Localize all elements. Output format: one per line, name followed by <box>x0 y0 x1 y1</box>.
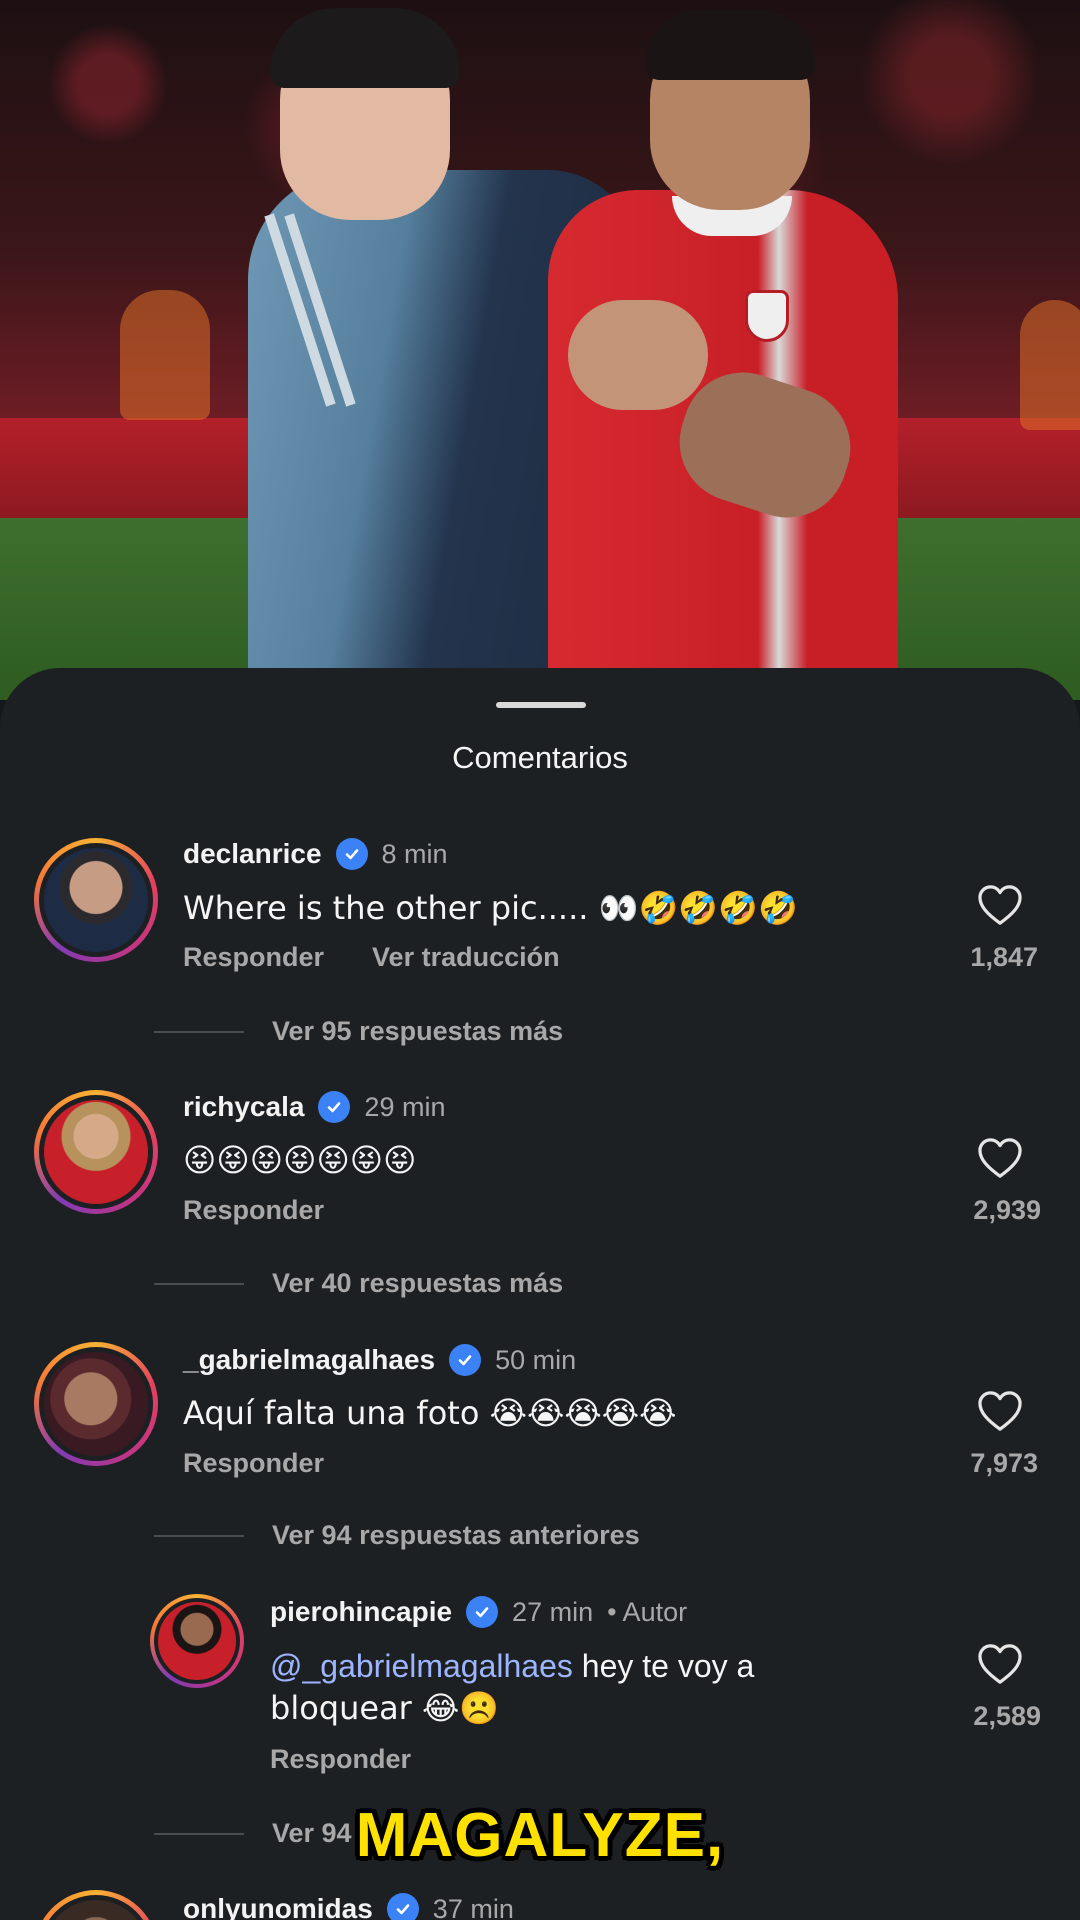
like-count: 7,973 <box>970 1448 1038 1478</box>
verified-icon <box>466 1596 499 1628</box>
comment-actions: Responder <box>270 1744 411 1775</box>
author-badge: • Autor <box>607 1596 688 1627</box>
comment-time: 27 min <box>512 1596 594 1627</box>
replies-divider <box>154 1534 244 1537</box>
avatar[interactable] <box>34 1342 158 1466</box>
view-replies-label: Ver 40 respuestas más <box>272 1268 564 1298</box>
photo-bg-figure <box>1020 300 1080 430</box>
username[interactable]: onlyunomidas <box>183 1893 373 1920</box>
post-photo <box>0 0 1080 700</box>
comment-meta: richycala 29 min <box>183 1091 445 1123</box>
reply-button[interactable]: Responder <box>183 1195 324 1226</box>
avatar[interactable] <box>34 838 158 962</box>
username[interactable]: richycala <box>183 1091 304 1123</box>
video-caption: MAGALYZE, <box>355 1801 725 1870</box>
verified-icon <box>386 1893 419 1920</box>
photo-person-right-hair <box>645 10 815 80</box>
comment-text-line2: bloquear 😂☹️ <box>270 1689 500 1727</box>
like-heart-icon[interactable] <box>977 1390 1023 1432</box>
verified-icon <box>449 1344 482 1376</box>
comment-text: @_gabrielmagalhaes hey te voy a <box>270 1645 754 1687</box>
photo-shirt-crest <box>745 290 789 342</box>
reply-button[interactable]: Responder <box>270 1744 411 1775</box>
reply-button[interactable]: Responder <box>183 1448 324 1479</box>
view-replies-label: Ver 95 respuestas más <box>272 1016 564 1046</box>
like-heart-icon[interactable] <box>977 884 1023 926</box>
comment-actions: Responder Ver traducción <box>183 942 560 973</box>
avatar[interactable] <box>34 1890 158 1920</box>
mention-link[interactable]: @_gabrielmagalhaes <box>270 1648 573 1684</box>
photo-bg-figure <box>120 290 210 420</box>
sheet-title: Comentarios <box>452 740 628 775</box>
reply-button[interactable]: Responder <box>183 942 324 973</box>
comment-actions: Responder <box>183 1195 324 1226</box>
comment-text: Where is the other pic..... 👀🤣🤣🤣🤣 <box>183 889 798 927</box>
comment-actions: Responder <box>183 1448 324 1479</box>
comment-meta: _gabrielmagalhaes 50 min <box>183 1344 576 1376</box>
like-heart-icon[interactable] <box>977 1137 1023 1179</box>
username[interactable]: _gabrielmagalhaes <box>183 1344 435 1376</box>
verified-icon <box>318 1091 351 1123</box>
view-replies-button[interactable]: Ver 40 respuestas más <box>154 1268 563 1299</box>
comments-sheet: Comentarios declanrice 8 min Where is th… <box>0 668 1080 1920</box>
like-count: 2,939 <box>973 1195 1041 1225</box>
comment-meta: declanrice 8 min <box>183 838 448 870</box>
comment-text: Aquí falta una foto 😭😭😭😭😭 <box>183 1394 677 1432</box>
username[interactable]: pierohincapie <box>270 1596 452 1628</box>
avatar[interactable] <box>34 1090 158 1214</box>
photo-person-left-hair <box>270 8 460 88</box>
comment-time: 37 min <box>432 1893 514 1920</box>
like-count: 2,589 <box>973 1701 1041 1731</box>
view-replies-button[interactable]: Ver 95 respuestas más <box>154 1016 563 1047</box>
translate-button[interactable]: Ver traducción <box>372 942 560 973</box>
avatar[interactable] <box>150 1594 244 1688</box>
comment-time: 50 min <box>495 1344 577 1375</box>
view-replies-label: Ver 94 respuestas anteriores <box>272 1520 640 1550</box>
comment-meta: onlyunomidas 37 min <box>183 1893 514 1920</box>
comment-time: 29 min <box>364 1091 446 1122</box>
view-replies-button[interactable]: Ver 94 respuestas anteriores <box>154 1520 640 1551</box>
comment-text-line1: hey te voy a <box>572 1648 755 1684</box>
comment-meta: pierohincapie 27 min • Autor <box>270 1596 687 1628</box>
like-heart-icon[interactable] <box>977 1643 1023 1685</box>
photo-handshake <box>568 300 708 410</box>
comment-text: 😝😝😝😝😝😝😝 <box>183 1141 417 1179</box>
username[interactable]: declanrice <box>183 838 322 870</box>
like-count: 1,847 <box>970 942 1038 972</box>
comment-time: 8 min <box>381 838 448 869</box>
replies-divider <box>154 1030 244 1033</box>
verified-icon <box>335 838 368 870</box>
drag-handle[interactable] <box>496 702 586 708</box>
replies-divider <box>154 1282 244 1285</box>
